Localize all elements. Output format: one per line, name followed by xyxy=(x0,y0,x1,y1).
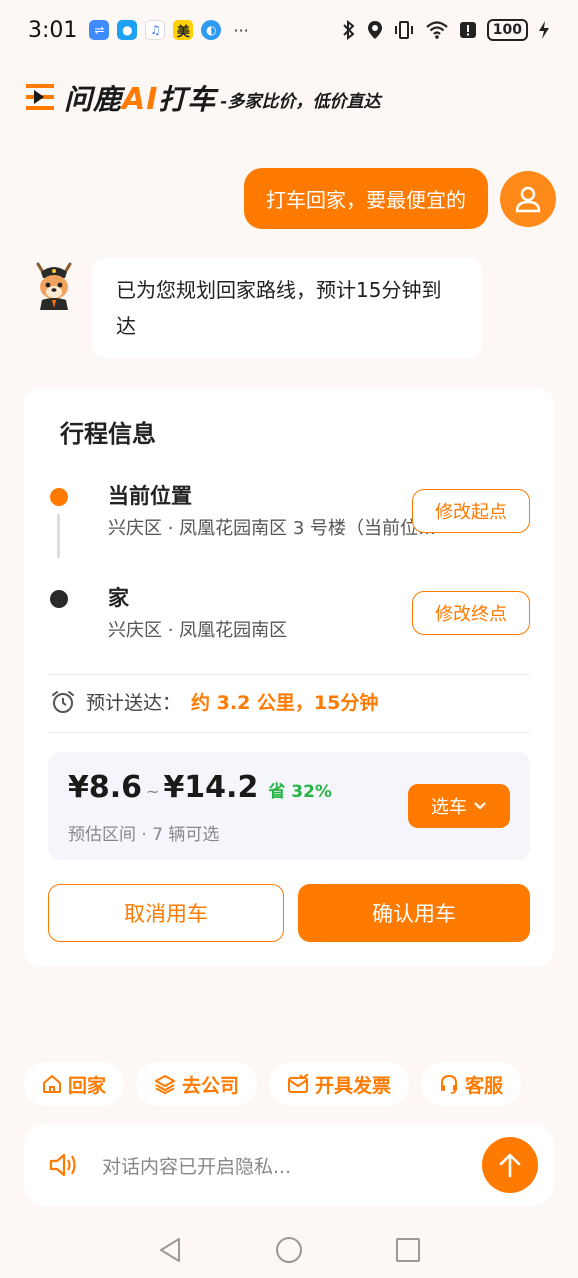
status-bar: 3:01 ⇌ ● ♫ 美 ◐ ··· 100 xyxy=(0,0,578,60)
edit-end-button[interactable]: 修改终点 xyxy=(412,591,530,635)
chat-input[interactable]: 对话内容已开启隐私... xyxy=(102,1152,482,1179)
menu-logo-icon[interactable] xyxy=(26,84,56,110)
battery-indicator: 100 xyxy=(486,19,528,41)
usb-icon: ⇌ xyxy=(89,20,110,40)
start-location: 当前位置 兴庆区 · 凤凰花园南区 3 号楼（当前位置） 修改起点 xyxy=(48,480,530,540)
chat-input-bar: 对话内容已开启隐私... xyxy=(24,1124,554,1206)
message-icon: ● xyxy=(117,20,138,40)
brand-suffix: 打车 xyxy=(158,83,217,116)
quick-action-company[interactable]: 去公司 xyxy=(136,1062,258,1106)
user-message-bubble: 打车回家，要最便宜的 xyxy=(244,168,488,229)
end-location-name: 家 xyxy=(108,586,129,610)
quick-action-invoice[interactable]: 开具发票 xyxy=(269,1062,410,1106)
brand-name: 问鹿 xyxy=(64,83,123,116)
app-header: 问鹿AI打车 -多家比价，低价直达 xyxy=(26,68,380,118)
home-nav-icon[interactable] xyxy=(275,1236,303,1264)
quick-action-label: 客服 xyxy=(465,1074,504,1097)
wifi-icon xyxy=(426,21,448,39)
quick-action-label: 开具发票 xyxy=(315,1074,392,1097)
quick-action-label: 去公司 xyxy=(182,1074,240,1097)
recents-icon[interactable] xyxy=(395,1237,421,1263)
cancel-ride-button[interactable]: 取消用车 xyxy=(48,884,284,942)
alert-icon xyxy=(459,22,476,38)
music-icon: ♫ xyxy=(145,20,166,40)
back-icon[interactable] xyxy=(157,1236,183,1264)
layers-icon xyxy=(155,1075,176,1094)
system-nav-bar xyxy=(0,1222,578,1278)
price-low: ¥8.6 xyxy=(68,770,143,805)
location-icon xyxy=(367,21,382,39)
quick-action-label: 回家 xyxy=(68,1074,107,1097)
speaker-icon[interactable] xyxy=(48,1151,80,1179)
eta-label: 预计送达： xyxy=(86,692,182,714)
quick-action-home[interactable]: 回家 xyxy=(24,1062,125,1106)
chevron-down-icon xyxy=(474,802,486,810)
saving-badge: 省 32% xyxy=(268,782,332,802)
eta-row: 预计送达： 约 3.2 公里，15分钟 xyxy=(50,688,378,715)
home-icon xyxy=(43,1075,61,1093)
user-message-row: 打车回家，要最便宜的 xyxy=(244,168,556,229)
headset-icon xyxy=(441,1074,458,1094)
price-estimate-box: ¥8.6 ~ ¥14.2 省 32% 预估区间 · 7 辆可选 选车 xyxy=(48,752,530,860)
user-avatar[interactable] xyxy=(500,170,556,227)
start-dot-icon xyxy=(50,488,68,506)
select-car-label: 选车 xyxy=(431,797,467,818)
user-icon xyxy=(515,186,541,212)
price-subtitle: 预估区间 · 7 辆可选 xyxy=(68,825,220,845)
edit-start-button[interactable]: 修改起点 xyxy=(412,489,530,533)
status-time: 3:01 xyxy=(28,17,78,43)
slogan: -多家比价，低价直达 xyxy=(220,92,381,112)
divider xyxy=(48,732,530,733)
brand-logo: 问鹿AI打车 xyxy=(64,78,216,118)
end-location: 家 兴庆区 · 凤凰花园南区 修改终点 xyxy=(48,582,530,642)
end-location-address: 兴庆区 · 凤凰花园南区 xyxy=(108,620,288,641)
status-right: 100 xyxy=(341,19,550,41)
bot-message-bubble: 已为您规划回家路线，预计15分钟到达 xyxy=(92,258,482,358)
quick-action-support[interactable]: 客服 xyxy=(421,1062,522,1106)
select-car-button[interactable]: 选车 xyxy=(408,784,510,828)
invoice-icon xyxy=(288,1074,309,1093)
quick-actions: 回家 去公司 开具发票 客服 xyxy=(24,1062,522,1106)
blue-app-icon: ◐ xyxy=(201,20,222,40)
price-separator: ~ xyxy=(146,782,160,801)
start-location-name: 当前位置 xyxy=(108,484,192,508)
trip-card-title: 行程信息 xyxy=(60,420,156,448)
price-high: ¥14.2 xyxy=(163,770,259,805)
route-connector-line xyxy=(57,514,60,558)
more-notifications-icon: ··· xyxy=(233,20,249,40)
brand-ai: AI xyxy=(122,82,159,117)
bluetooth-icon xyxy=(343,20,355,40)
arrow-up-icon xyxy=(499,1153,521,1178)
vibrate-icon xyxy=(394,21,413,39)
charging-icon xyxy=(539,21,549,39)
meituan-icon: 美 xyxy=(173,20,194,40)
divider xyxy=(48,674,530,675)
bot-message-row: 已为您规划回家路线，预计15分钟到达 xyxy=(28,258,482,358)
end-dot-icon xyxy=(50,590,68,608)
notification-icons: ⇌ ● ♫ 美 ◐ ··· xyxy=(89,20,249,40)
deer-avatar-icon xyxy=(36,262,72,310)
start-location-address: 兴庆区 · 凤凰花园南区 3 号楼（当前位置） xyxy=(108,518,438,539)
trip-info-card: 行程信息 当前位置 兴庆区 · 凤凰花园南区 3 号楼（当前位置） 修改起点 家… xyxy=(24,388,554,966)
alarm-clock-icon xyxy=(52,690,74,713)
eta-value: 约 3.2 公里，15分钟 xyxy=(191,692,379,714)
confirm-ride-button[interactable]: 确认用车 xyxy=(298,884,530,942)
send-button[interactable] xyxy=(482,1137,538,1193)
price-range: ¥8.6 ~ ¥14.2 省 32% xyxy=(68,770,332,805)
